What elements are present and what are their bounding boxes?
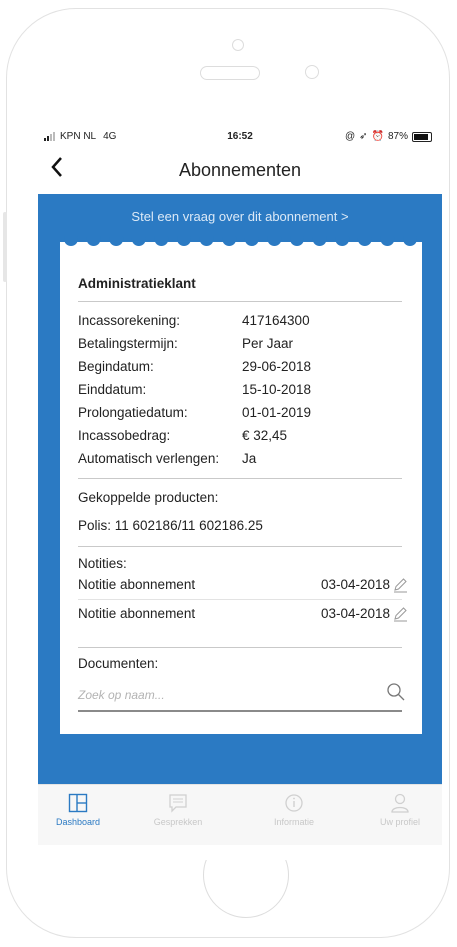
nav-bar: Abonnementen [38,148,442,192]
documents-heading: Documenten: [78,656,159,671]
tab-label: Informatie [273,817,315,827]
subscription-card: Administratieklant Incassorekening: 4171… [60,236,422,734]
earpiece-speaker [200,66,260,80]
tab-gesprekken[interactable]: Gesprekken [138,793,218,827]
phone-side-button [3,212,7,282]
dashboard-icon [68,793,88,813]
chat-icon [169,794,187,813]
note-date: 03-04-2018 [320,606,390,621]
field-value: 15-10-2018 [242,382,312,397]
battery-percent: 87% [387,131,408,142]
pencil-icon[interactable] [392,606,408,622]
content-background: Stel een vraag over dit abonnement > Adm… [38,194,442,784]
tab-label: Uw profiel [379,817,420,827]
status-right: @ ➶ ⏰ 87% [345,131,432,142]
search-underline [78,710,402,712]
divider [78,478,402,479]
card-heading: Administratieklant [78,276,196,291]
field-label: Automatisch verlengen: [78,451,220,466]
tab-label: Gesprekken [153,817,203,827]
page-title: Abonnementen [178,160,302,180]
field-label: Incassobedrag: [78,428,171,443]
note-title[interactable]: Notitie abonnement [78,606,195,621]
lock-rotation-icon: @ [344,131,356,142]
field-label: Incassorekening: [78,313,181,328]
field-label: Prolongatiedatum: [78,405,188,420]
tab-label: Dashboard [55,817,101,827]
divider [78,599,402,600]
pencil-icon[interactable] [392,577,408,593]
scallop-edge [64,236,417,246]
status-bar: KPN NL 4G 16:52 @ ➶ ⏰ 87% [38,124,442,146]
field-value: Per Jaar [242,336,294,351]
search-icon[interactable] [386,682,406,702]
field-value: € 32,45 [242,428,288,443]
app-screen: KPN NL 4G 16:52 @ ➶ ⏰ 87% Abonnementen S… [38,124,442,860]
tab-dashboard[interactable]: Dashboard [38,793,118,827]
ask-question-link[interactable]: Stel een vraag over dit abonnement > [38,209,442,224]
alarm-icon: ⏰ [371,131,384,142]
tab-profiel[interactable]: Uw profiel [360,793,440,827]
note-title[interactable]: Notitie abonnement [78,577,195,592]
divider [78,647,402,648]
tab-bar: Dashboard Gesprekken Informatie Uw profi… [38,784,442,845]
linked-products-heading: Gekoppelde producten: [78,490,219,505]
location-icon: ➶ [359,131,368,142]
tab-informatie[interactable]: Informatie [254,793,334,827]
field-value: Ja [242,451,257,466]
info-icon [285,794,303,812]
field-label: Einddatum: [78,382,147,397]
front-camera [232,39,244,51]
divider [78,546,402,547]
document-search-input[interactable]: Zoek op naam... [78,688,165,702]
divider [78,301,402,302]
proximity-sensor [305,65,319,79]
linked-policy[interactable]: Polis: 11 602186/11 602186.25 [78,518,263,533]
field-value: 29-06-2018 [242,359,312,374]
field-label: Betalingstermijn: [78,336,178,351]
field-label: Begindatum: [78,359,154,374]
battery-icon [412,131,432,142]
field-value: 417164300 [242,313,310,328]
user-icon [391,793,409,813]
note-date: 03-04-2018 [320,577,390,592]
field-value: 01-01-2019 [242,405,312,420]
notes-heading: Notities: [78,556,127,571]
